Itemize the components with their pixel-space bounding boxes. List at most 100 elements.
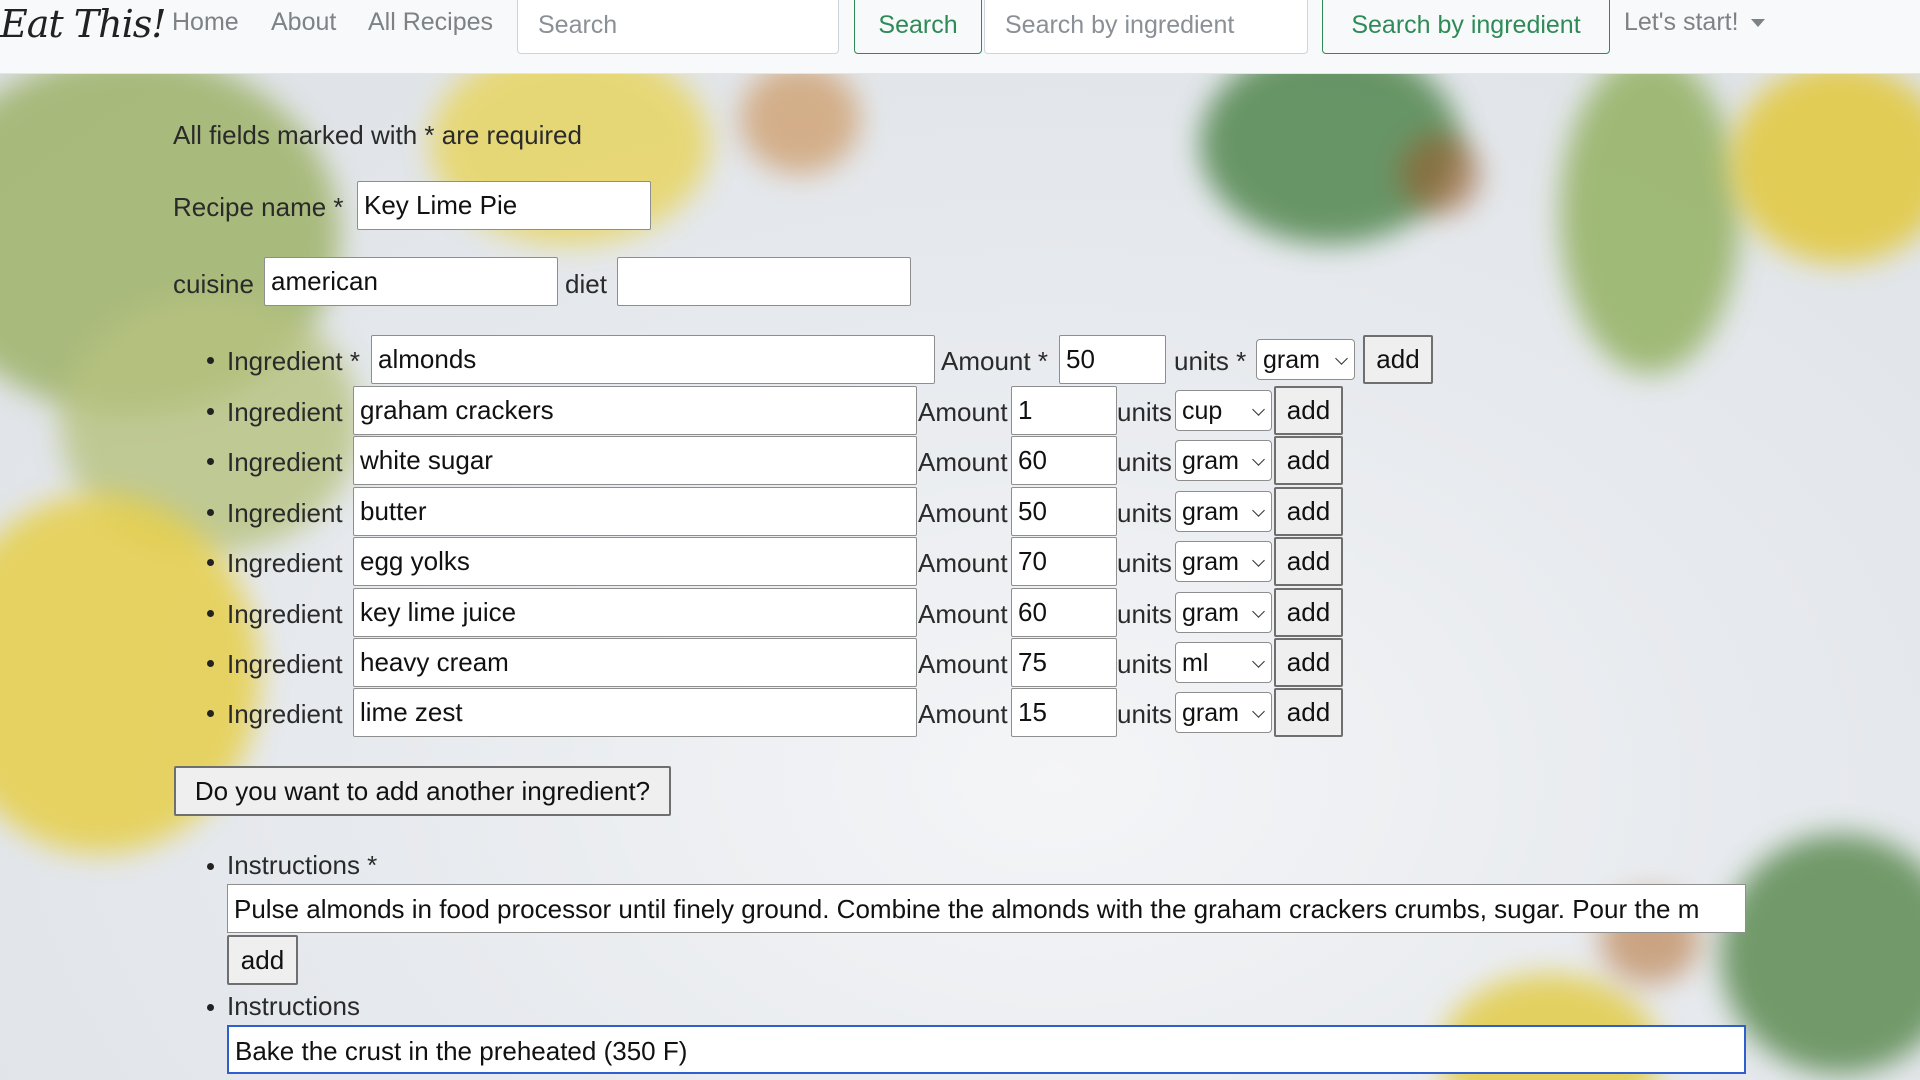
units-select[interactable]: gram (1256, 339, 1355, 380)
ingredient-input[interactable] (353, 537, 917, 586)
add-instruction-button[interactable]: add (227, 935, 298, 985)
add-another-ingredient-button[interactable]: Do you want to add another ingredient? (174, 766, 671, 816)
ingredient-input[interactable] (353, 386, 917, 435)
amount-label: Amount * (941, 346, 1048, 376)
amount-label: Amount (918, 699, 1008, 729)
list-bullet (207, 610, 214, 617)
ingredient-label: Ingredient * (227, 346, 360, 376)
add-ingredient-button[interactable]: add (1363, 335, 1433, 384)
chevron-down-icon (1252, 655, 1265, 668)
units-select[interactable]: cup (1175, 390, 1272, 431)
search-button[interactable]: Search (854, 0, 982, 54)
amount-label: Amount (918, 599, 1008, 629)
search-input[interactable] (517, 0, 839, 54)
cuisine-input[interactable] (264, 257, 558, 306)
add-ingredient-button[interactable]: add (1274, 537, 1343, 586)
required-note: All fields marked with * are required (173, 120, 582, 150)
list-bullet (207, 710, 214, 717)
units-label: units (1117, 397, 1172, 427)
list-bullet (207, 357, 214, 364)
list-bullet (207, 1004, 214, 1011)
ingredient-label: Ingredient (227, 548, 343, 578)
dropdown-label: Let's start! (1624, 8, 1739, 36)
units-label: units * (1174, 346, 1247, 376)
chevron-down-icon (1335, 352, 1348, 365)
brand-logo[interactable]: Eat This! (0, 2, 166, 46)
amount-input[interactable] (1011, 487, 1117, 536)
list-bullet (207, 509, 214, 516)
list-bullet (207, 458, 214, 465)
amount-input[interactable] (1011, 436, 1117, 485)
amount-input[interactable] (1011, 688, 1117, 737)
chevron-down-icon (1252, 554, 1265, 567)
diet-label: diet (565, 269, 607, 299)
units-value: gram (1263, 346, 1320, 374)
ingredient-input[interactable] (353, 436, 917, 485)
units-select[interactable]: gram (1175, 592, 1272, 633)
units-value: gram (1182, 548, 1239, 576)
instructions-label: Instructions * (227, 850, 378, 880)
units-label: units (1117, 498, 1172, 528)
ingredient-input[interactable] (353, 588, 917, 637)
add-ingredient-button[interactable]: add (1274, 436, 1343, 485)
ingredient-input[interactable] (353, 487, 917, 536)
amount-label: Amount (918, 447, 1008, 477)
amount-input[interactable] (1011, 638, 1117, 687)
amount-input[interactable] (1059, 335, 1166, 384)
units-select[interactable]: gram (1175, 692, 1272, 733)
units-label: units (1117, 548, 1172, 578)
add-ingredient-button[interactable]: add (1274, 588, 1343, 637)
amount-input[interactable] (1011, 537, 1117, 586)
ingredient-label: Ingredient (227, 699, 343, 729)
ingredient-input[interactable] (371, 335, 935, 384)
add-ingredient-button[interactable]: add (1274, 386, 1343, 435)
caret-down-icon (1750, 19, 1765, 28)
recipe-name-label: Recipe name * (173, 192, 344, 222)
units-select[interactable]: ml (1175, 642, 1272, 683)
chevron-down-icon (1252, 504, 1265, 517)
units-select[interactable]: gram (1175, 541, 1272, 582)
ingredient-label: Ingredient (227, 397, 343, 427)
chevron-down-icon (1252, 705, 1265, 718)
recipe-form: All fields marked with * are required Re… (0, 74, 1920, 1080)
units-value: ml (1182, 649, 1209, 677)
amount-label: Amount (918, 649, 1008, 679)
instructions-input-focused[interactable]: Bake the crust in the preheated (350 F) (227, 1025, 1746, 1074)
units-select[interactable]: gram (1175, 440, 1272, 481)
units-value: gram (1182, 447, 1239, 475)
recipe-name-input[interactable] (357, 181, 651, 230)
amount-label: Amount (918, 498, 1008, 528)
add-ingredient-button[interactable]: add (1274, 487, 1343, 536)
nav-link-all-recipes[interactable]: All Recipes (368, 8, 493, 37)
chevron-down-icon (1252, 403, 1265, 416)
ingredient-label: Ingredient (227, 649, 343, 679)
diet-input[interactable] (617, 257, 911, 306)
nav-link-home[interactable]: Home (172, 8, 239, 37)
units-select[interactable]: gram (1175, 491, 1272, 532)
ingredient-label: Ingredient (227, 447, 343, 477)
ingredient-label: Ingredient (227, 599, 343, 629)
list-bullet (207, 559, 214, 566)
list-bullet (207, 863, 214, 870)
ingredient-label: Ingredient (227, 498, 343, 528)
nav-link-about[interactable]: About (271, 8, 336, 37)
add-ingredient-button[interactable]: add (1274, 638, 1343, 687)
ingredient-input[interactable] (353, 638, 917, 687)
amount-label: Amount (918, 397, 1008, 427)
list-bullet (207, 408, 214, 415)
amount-input[interactable] (1011, 386, 1117, 435)
units-value: gram (1182, 498, 1239, 526)
list-bullet (207, 660, 214, 667)
ingredient-search-input[interactable] (984, 0, 1308, 54)
add-ingredient-button[interactable]: add (1274, 688, 1343, 737)
chevron-down-icon (1252, 605, 1265, 618)
navbar: Eat This! Home About All Recipes Search … (0, 0, 1920, 74)
units-label: units (1117, 699, 1172, 729)
instructions-input[interactable]: Pulse almonds in food processor until fi… (227, 884, 1746, 933)
ingredient-search-button[interactable]: Search by ingredient (1322, 0, 1610, 54)
lets-start-dropdown[interactable]: Let's start! (1624, 8, 1765, 37)
units-label: units (1117, 649, 1172, 679)
units-value: gram (1182, 699, 1239, 727)
amount-input[interactable] (1011, 588, 1117, 637)
ingredient-input[interactable] (353, 688, 917, 737)
